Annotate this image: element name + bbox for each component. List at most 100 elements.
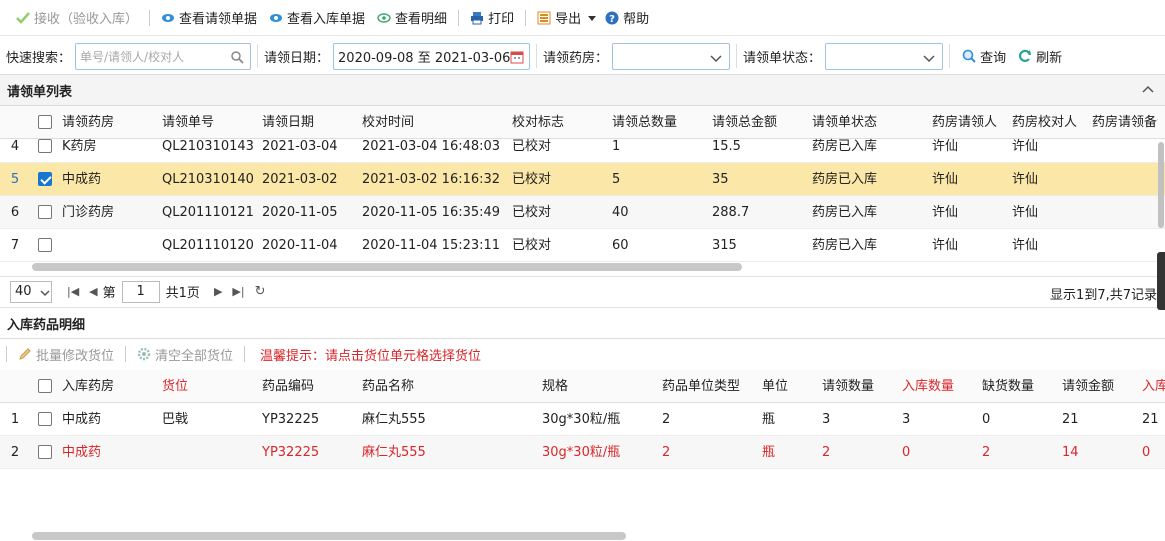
help-button[interactable]: ? 帮助 [599,6,655,30]
page-number-value: 1 [136,283,145,299]
date-range-input[interactable]: 2020-09-08 至 2021-03-06 [333,42,531,70]
cell-check-flag: 已校对 [512,139,552,154]
col-header[interactable]: 请领金额 [1062,370,1137,403]
col-header[interactable]: 请领数量 [822,370,897,403]
cell-status: 药房已入库 [812,205,878,220]
status-select[interactable] [825,42,944,70]
batch-edit-label: 批量修改货位 [36,348,115,364]
row-checkbox[interactable] [38,172,52,186]
table-row[interactable]: 7 QL201110120 2020-11-04 2020-11-04 15:2… [0,229,1165,262]
cell-checker: 许仙 [1012,172,1039,187]
col-header[interactable]: 药品名称 [362,370,537,403]
cell-drug-code: YP32225 [262,412,320,427]
prev-page-icon[interactable]: ◀ [89,285,97,298]
cell-location[interactable] [162,436,257,469]
horizontal-scrollbar[interactable] [32,263,742,271]
view-stockin-button[interactable]: 查看入库单据 [263,6,371,30]
col-header[interactable]: 入库金额 [1142,370,1165,403]
row-checkbox[interactable] [38,205,52,219]
row-checkbox[interactable] [38,139,52,153]
view-request-button[interactable]: 查看请领单据 [155,6,263,30]
detail-toolbar: 批量修改货位 清空全部货位 温馨提示：请点击货位单元格选择货位 [0,339,1165,369]
cell-status: 药房已入库 [812,172,878,187]
col-header[interactable]: 药品编码 [262,370,357,403]
cell-req-amount: 14 [1062,445,1079,460]
query-button[interactable]: 查询 [956,44,1012,68]
select-all-checkbox[interactable] [38,379,52,393]
print-button[interactable]: 打印 [464,6,520,30]
cell-in-qty[interactable]: 3 [902,403,977,436]
calendar-icon[interactable] [510,50,524,64]
col-header[interactable]: 入库药房 [62,370,157,403]
col-header[interactable]: 货位 [162,370,257,403]
horizontal-scrollbar[interactable] [32,532,626,540]
export-label: 导出 [555,12,582,27]
cell-check-flag: 已校对 [512,238,552,253]
cell-req-amount: 21 [1062,412,1079,427]
row-number: 5 [10,172,20,187]
vertical-scrollbar[interactable] [1158,142,1164,228]
cell-amount: 35 [712,172,729,187]
view-detail-button[interactable]: 查看明细 [371,6,453,30]
cell-request-no: QL201110120 [162,238,254,253]
toolbar-divider [244,346,246,362]
detail-panel-title: 入库药品明细 [7,317,86,333]
toolbar-divider [125,346,127,362]
last-page-icon[interactable]: ▶| [232,285,244,298]
table-row[interactable]: 6 门诊药房 QL201110121 2020-11-05 2020-11-05… [0,196,1165,229]
batch-edit-location-button[interactable]: 批量修改货位 [12,342,120,366]
side-panel-handle[interactable] [1157,252,1165,310]
first-page-icon[interactable]: |◀ [67,285,79,298]
cell-date: 2020-11-04 [262,238,338,253]
refresh-button[interactable]: 刷新 [1012,44,1068,68]
search-bar: 快速搜索： 单号/请领人/校对人 请领日期： 2020-09-08 至 2021… [0,38,1165,74]
select-all-checkbox[interactable] [38,115,52,129]
cell-status: 药房已入库 [812,139,878,154]
view-stockin-label: 查看入库单据 [287,12,366,27]
table-row[interactable]: 2 中成药 YP32225 麻仁丸555 30g*30粒/瓶 2 瓶 2 0 2… [0,436,1165,469]
page-number-input[interactable]: 1 [121,280,160,303]
next-page-icon[interactable]: ▶ [214,285,222,298]
cell-check-flag: 已校对 [512,205,552,220]
toolbar-divider [6,346,7,362]
detail-panel-header: 入库药品明细 [0,307,1165,339]
cell-request-no: QL201110121 [162,205,254,220]
col-header[interactable]: 单位 [762,370,817,403]
cell-req-qty: 2 [822,445,831,460]
col-header[interactable]: 入库数量 [902,370,977,403]
toolbar-divider [458,9,460,26]
chevron-up-icon[interactable] [1141,83,1155,97]
clear-all-location-button[interactable]: 清空全部货位 [131,342,239,366]
table-row[interactable]: 1 中成药 巴戟 YP32225 麻仁丸555 30g*30粒/瓶 2 瓶 3 … [0,403,1165,436]
caret-down-icon [585,11,597,25]
quick-search-input[interactable]: 单号/请领人/校对人 [75,42,252,70]
row-checkbox[interactable] [38,412,52,426]
cell-check-time: 2020-11-04 15:23:11 [362,238,501,253]
view-detail-label: 查看明细 [395,12,448,27]
table-row[interactable]: 5 中成药 QL210310140 2021-03-02 2021-03-02 … [0,163,1165,196]
printer-icon [470,11,484,25]
chevron-down-icon [38,286,50,300]
cell-check-time: 2021-03-02 16:16:32 [362,172,501,187]
cell-unit-type: 2 [662,445,671,460]
cell-in-qty[interactable]: 0 [902,436,977,469]
status-label: 请领单状态： [743,50,822,66]
col-header[interactable]: 缺货数量 [982,370,1057,403]
export-button[interactable]: 导出 [531,6,599,30]
chevron-down-icon [922,51,936,65]
cell-location[interactable]: 巴戟 [162,403,257,436]
table-row[interactable]: 4 K药房 QL210310143 2021-03-04 2021-03-04 … [0,130,1165,163]
page-size-select[interactable]: 40 [10,280,52,303]
cell-short-qty: 0 [982,412,991,427]
cell-short-qty: 2 [982,445,991,460]
row-checkbox[interactable] [38,238,52,252]
cell-checker: 许仙 [1012,238,1039,253]
reload-icon[interactable]: ↻ [255,284,266,299]
col-header[interactable]: 药品单位类型 [662,370,757,403]
col-header[interactable]: 规格 [542,370,657,403]
receive-button[interactable]: 接收（验收入库） [10,6,144,30]
cell-check-flag: 已校对 [512,172,552,187]
gear-icon [137,347,151,361]
row-checkbox[interactable] [38,445,52,459]
pharmacy-select[interactable] [612,42,731,70]
